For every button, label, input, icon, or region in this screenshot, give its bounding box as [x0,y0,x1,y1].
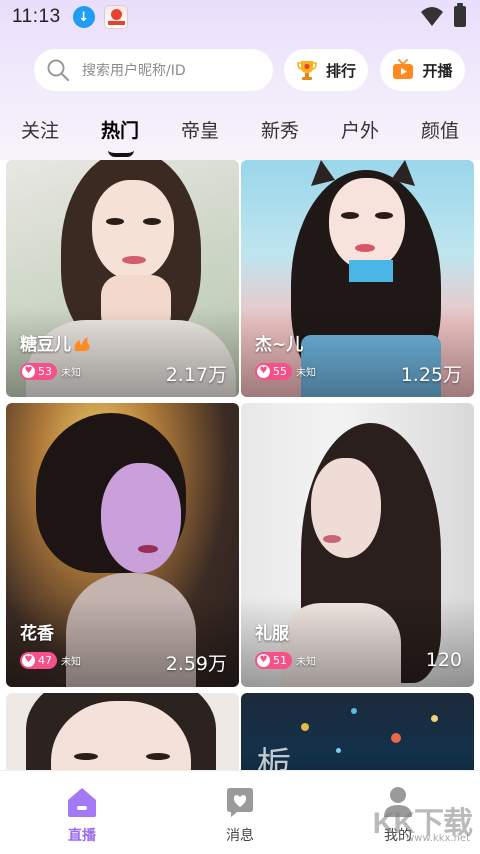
heart-icon: ♥ [257,654,270,667]
ranking-label: 排行 [325,61,356,80]
city-light [391,733,401,743]
portrait-eye [341,212,359,219]
portrait-eye [146,753,170,760]
stream-card[interactable] [6,693,239,770]
category-tabs: 关注 热门 帝皇 新秀 户外 颜值 [0,116,480,152]
streamer-name: 礼服 [255,624,289,644]
viewer-count: 120 [425,649,462,671]
go-live-label: 开播 [422,61,453,80]
portrait-eye [106,218,124,225]
viewer-count: 2.59万 [165,653,227,675]
nav-live[interactable]: 直播 [42,785,122,845]
level-badge: ♥ 53 [20,363,57,380]
streamer-location: 未知 [296,657,316,668]
heart-icon: ♥ [22,365,35,378]
bottom-navigation: 直播 消息 我的 [0,770,480,854]
portrait-eye [74,753,98,760]
app-notification-icon [103,5,128,29]
tab-follow[interactable]: 关注 [10,116,70,143]
tv-icon [393,59,414,79]
overlay-calligraphy: 栀 [257,745,291,770]
streamer-location: 未知 [61,657,81,668]
tab-hot[interactable]: 热门 [90,116,150,143]
stream-card[interactable]: 栀 [241,693,474,770]
home-icon [68,788,96,817]
status-time: 11:13 [12,6,61,27]
search-input[interactable]: 搜索用户昵称/ID [34,49,273,91]
trophy-icon [297,61,317,80]
search-placeholder: 搜索用户昵称/ID [82,63,186,79]
ranking-button[interactable]: 排行 [284,49,368,91]
cat-ears-icon [311,160,415,186]
portrait-face [311,458,381,558]
nav-messages[interactable]: 消息 [200,785,280,845]
city-light [336,748,341,753]
heart-icon: ♥ [22,654,35,667]
portrait-eye [143,218,161,225]
stream-thumbnail [6,693,239,770]
tab-newcomer[interactable]: 新秀 [250,116,310,143]
battery-icon [454,2,466,27]
portrait-lips [138,545,158,553]
status-bar: 11:13 ↓ [0,0,480,34]
city-light [301,723,309,731]
download-notification-icon: ↓ [72,6,95,28]
viewer-count: 1.25万 [400,364,462,386]
wifi-icon [421,7,443,26]
heart-icon: ♥ [257,365,270,378]
stream-card[interactable]: 花香 ♥ 47 未知 2.59万 [6,403,239,687]
portrait-face [329,178,405,270]
portrait-face [101,463,181,573]
stream-card[interactable]: 糖豆儿 ♥ 53 未知 2.17万 [6,160,239,397]
stream-grid: 糖豆儿 ♥ 53 未知 2.17万 杰~儿 ♥ 55 未知 1.25万 花香 ♥… [0,160,480,770]
portrait-lips [355,244,375,252]
streamer-location: 未知 [61,368,81,379]
message-heart-icon [227,788,253,817]
nav-messages-label: 消息 [226,828,254,844]
portrait-lips [323,535,341,543]
nav-profile[interactable]: 我的 [358,785,438,845]
go-live-button[interactable]: 开播 [380,49,465,91]
tab-outdoor[interactable]: 户外 [330,116,390,143]
streamer-name: 花香 [20,624,54,644]
level-badge: ♥ 55 [255,363,292,380]
streamer-location: 未知 [296,368,316,379]
portrait-choker [349,260,393,282]
viewer-count: 2.17万 [165,364,227,386]
status-indicators [420,2,466,27]
tab-emperor[interactable]: 帝皇 [170,116,230,143]
search-icon [47,59,70,82]
stream-thumbnail: 栀 [241,693,474,770]
stream-card[interactable]: 杰~儿 ♥ 55 未知 1.25万 [241,160,474,397]
portrait-face [92,180,174,280]
city-light [351,708,357,714]
stream-card[interactable]: 礼服 ♥ 51 未知 120 [241,403,474,687]
user-icon [384,787,412,817]
streamer-name: 杰~儿 [255,335,304,355]
fire-icon [74,337,90,351]
tab-looks[interactable]: 颜值 [410,116,470,143]
nav-live-label: 直播 [68,828,96,844]
portrait-lips [122,256,146,264]
level-badge: ♥ 51 [255,652,292,669]
city-light [431,715,438,722]
nav-profile-label: 我的 [384,828,412,844]
active-tab-indicator [108,150,134,157]
streamer-name: 糖豆儿 [20,330,91,355]
level-badge: ♥ 47 [20,652,57,669]
portrait-eye [375,212,393,219]
